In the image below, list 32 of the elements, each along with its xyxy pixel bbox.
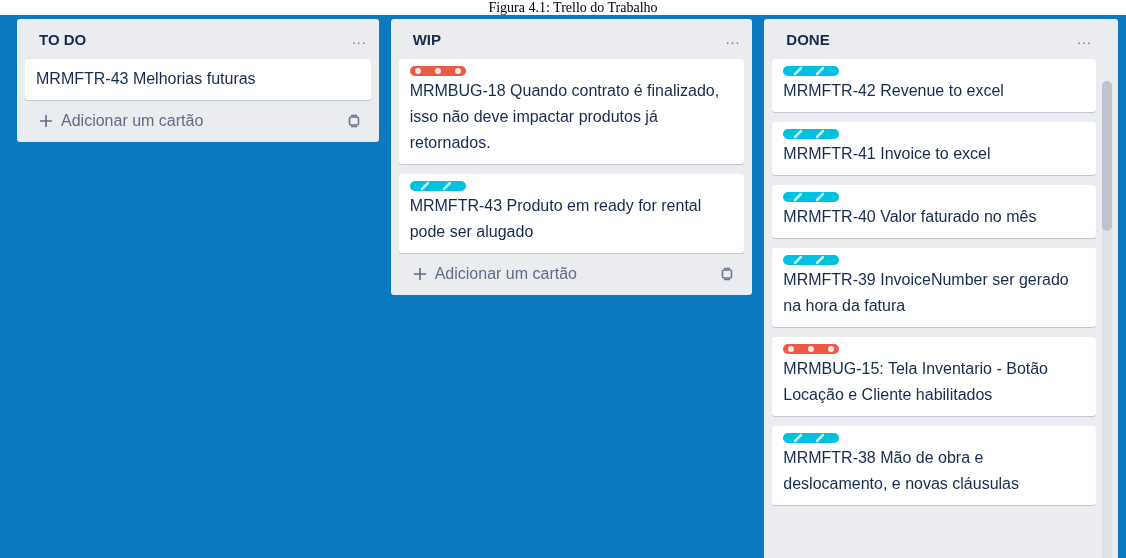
list-menu-button[interactable]: ... bbox=[1073, 31, 1096, 47]
card[interactable]: MRMFTR-39 InvoiceNumber ser gerado na hora da fatura bbox=[772, 248, 1096, 327]
template-icon[interactable] bbox=[346, 114, 361, 128]
template-icon[interactable] bbox=[720, 267, 735, 281]
list-title: DONE bbox=[786, 30, 830, 48]
add-card-button[interactable]: Adicionar um cartão bbox=[39, 112, 204, 130]
list-title: TO DO bbox=[39, 30, 87, 48]
card[interactable]: MRMFTR-38 Mão de obra e deslocamento, e novas cláusulas bbox=[772, 426, 1096, 505]
card[interactable]: MRMBUG-18 Quando contrato é finalizado, isso não deve impactar produtos já retornados. bbox=[398, 59, 745, 164]
card[interactable]: MRMBUG-15: Tela Inventario - Botão Locação e Cliente habilitados bbox=[772, 337, 1096, 416]
add-card-button[interactable]: Adicionar um cartão bbox=[412, 265, 577, 283]
card-title: MRMFTR-43 Melhorias futuras bbox=[36, 69, 257, 89]
card[interactable]: MRMFTR-43 Produto em ready for rental pode ser alugado bbox=[398, 174, 745, 253]
card-title: MRMBUG-15: Tela Inventario - Botão Locação e Cliente habilitados bbox=[783, 359, 1049, 405]
scrollbar-thumb[interactable] bbox=[1102, 81, 1112, 231]
plus-icon bbox=[39, 114, 53, 128]
card-title: MRMFTR-39 InvoiceNumber ser gerado na hora da fatura bbox=[783, 270, 1070, 316]
plus-icon bbox=[412, 267, 427, 281]
list-menu-button[interactable]: ... bbox=[721, 31, 745, 47]
card-title: MRMFTR-41 Invoice to excel bbox=[783, 144, 992, 164]
card[interactable]: MRMFTR-42 Revenue to excel bbox=[772, 59, 1096, 112]
card-title: MRMBUG-18 Quando contrato é finalizado, isso não deve impactar produtos já retornados. bbox=[409, 81, 721, 153]
list-title: WIP bbox=[412, 30, 441, 48]
card-title: MRMFTR-40 Valor faturado no mês bbox=[783, 207, 1038, 227]
card[interactable]: MRMFTR-43 Melhorias futuras bbox=[25, 59, 371, 100]
card[interactable]: MRMFTR-40 Valor faturado no mês bbox=[772, 185, 1096, 238]
card-title: MRMFTR-43 Produto em ready for rental pode ser alugado bbox=[409, 196, 703, 242]
list-menu-button[interactable]: ... bbox=[348, 31, 371, 47]
card[interactable]: MRMFTR-41 Invoice to excel bbox=[772, 122, 1096, 175]
figure-caption: Figura 4.1: Trello do Trabalho bbox=[487, 0, 659, 15]
card-title: MRMFTR-38 Mão de obra e deslocamento, e novas cláusulas bbox=[783, 448, 1020, 494]
card-title: MRMFTR-42 Revenue to excel bbox=[783, 81, 1005, 101]
